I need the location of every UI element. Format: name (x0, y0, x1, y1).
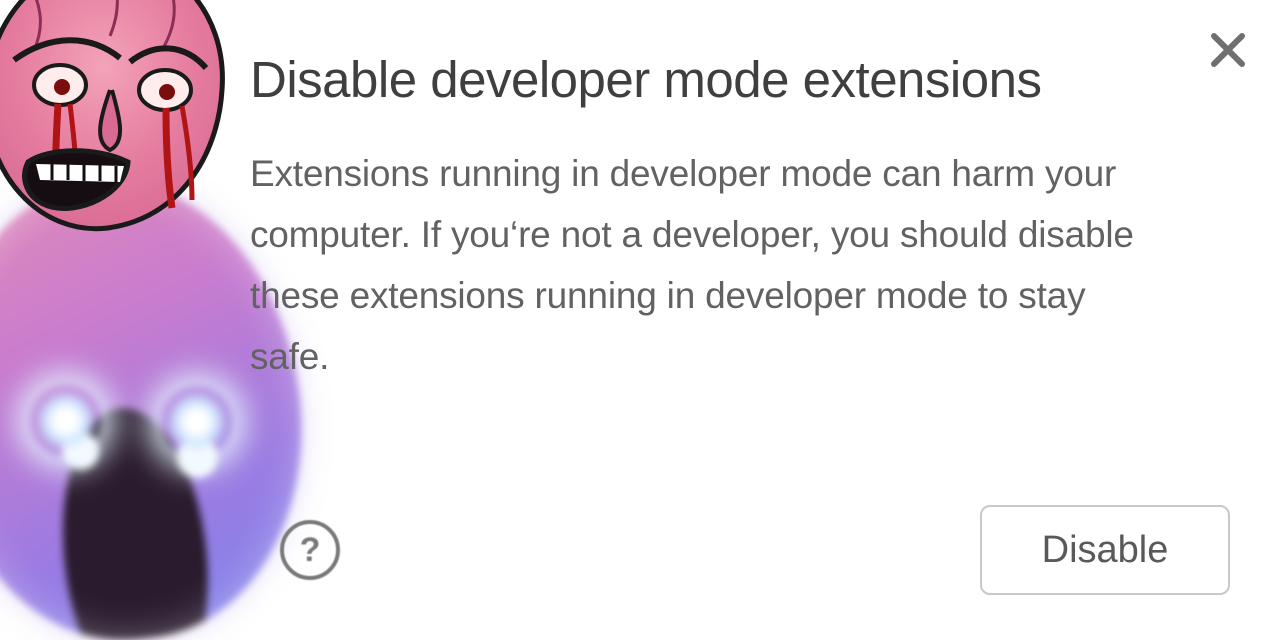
close-icon (1206, 28, 1250, 72)
developer-mode-dialog: Disable developer mode extensions Extens… (250, 50, 1230, 387)
meme-face-illustration (0, 0, 290, 640)
help-icon: ? (300, 531, 321, 570)
disable-button[interactable]: Disable (980, 505, 1230, 595)
dialog-body: Extensions running in developer mode can… (250, 143, 1170, 387)
dialog-title: Disable developer mode extensions (250, 50, 1230, 109)
help-button[interactable]: ? (280, 520, 340, 580)
close-button[interactable] (1206, 28, 1250, 72)
meme-face-front (0, 0, 240, 240)
dialog-footer: ? Disable (280, 505, 1230, 595)
